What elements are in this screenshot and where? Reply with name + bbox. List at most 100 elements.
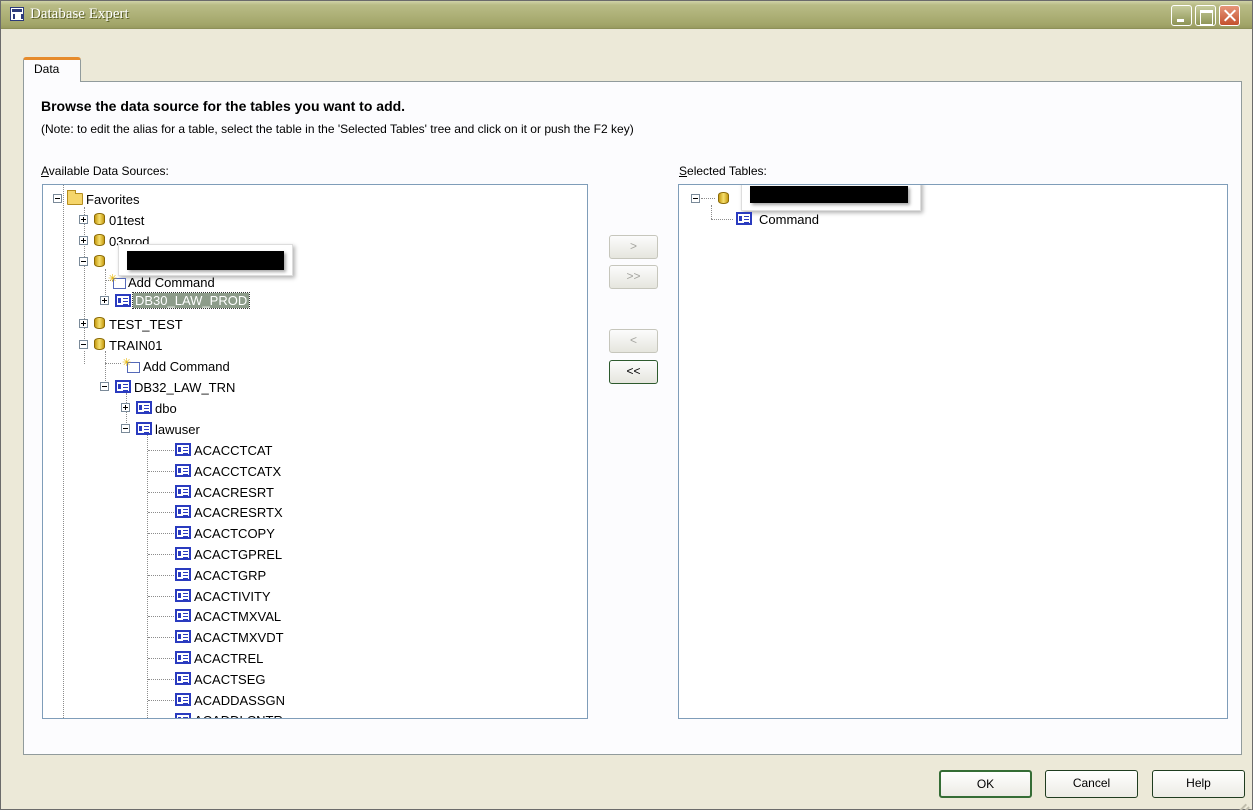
tree-line	[105, 269, 106, 299]
tree-line	[105, 363, 121, 364]
tree-line	[105, 351, 106, 385]
tree-line	[148, 658, 174, 659]
collapse-icon[interactable]	[53, 194, 62, 203]
add-all-tables-button[interactable]: >>	[609, 265, 658, 289]
table-icon	[175, 526, 191, 539]
table-icon	[115, 294, 131, 307]
database-icon	[94, 213, 105, 225]
title-bar[interactable]: Database Expert	[1, 1, 1252, 29]
tree-line	[148, 596, 174, 597]
redaction-popup	[118, 244, 293, 276]
tree-line	[148, 616, 174, 617]
table-icon	[175, 713, 191, 718]
database-icon	[94, 234, 105, 246]
table-icon	[175, 651, 191, 664]
table-name: ACACTIVITY	[194, 589, 271, 604]
table-icon	[175, 672, 191, 685]
redacted-name	[127, 251, 284, 270]
table-name: ACACRESRTX	[194, 505, 283, 520]
expand-icon[interactable]	[121, 403, 130, 412]
database-icon	[94, 255, 105, 267]
table-icon	[175, 464, 191, 477]
add-command-icon	[108, 272, 126, 289]
tree-line	[148, 471, 174, 472]
table-icon	[175, 693, 191, 706]
tree-line	[147, 435, 148, 718]
database-icon	[94, 338, 105, 350]
redacted-name	[750, 186, 908, 203]
table-icon	[136, 401, 152, 414]
table-name: ACACCTCATX	[194, 464, 282, 479]
table-name: ACACTMXVAL	[194, 609, 282, 624]
table-icon	[175, 485, 191, 498]
table-name: ACACTGPREL	[194, 547, 283, 562]
remove-table-button[interactable]: <	[609, 329, 658, 353]
table-icon	[175, 630, 191, 643]
tab-data[interactable]: Data	[23, 57, 81, 82]
table-icon	[115, 380, 131, 393]
app-icon	[10, 7, 24, 21]
tree-line	[148, 450, 174, 451]
table-icon	[136, 422, 152, 435]
collapse-icon[interactable]	[79, 257, 88, 266]
minimize-button[interactable]	[1171, 5, 1192, 26]
expand-icon[interactable]	[79, 215, 88, 224]
collapse-icon[interactable]	[79, 340, 88, 349]
table-name: ACADDASSGN	[194, 693, 286, 708]
tree-line	[63, 185, 64, 718]
add-command-icon	[122, 356, 140, 373]
maximize-button[interactable]	[1195, 5, 1216, 26]
tree-line	[148, 575, 174, 576]
table-icon	[175, 443, 191, 456]
database-expert-window: Database Expert Data Browse the data sou…	[0, 0, 1253, 810]
table-icon	[175, 609, 191, 622]
resize-grip[interactable]	[1233, 791, 1249, 807]
tab-data-label: Data	[34, 62, 60, 76]
tree-line	[148, 679, 174, 680]
table-icon	[175, 547, 191, 560]
table-name: ACADDLCNTR	[194, 713, 283, 718]
tree-line	[148, 700, 174, 701]
collapse-icon[interactable]	[691, 194, 700, 203]
table-icon	[175, 505, 191, 518]
table-name: ACACTREL	[194, 651, 264, 666]
table-name: ACACCTCAT	[194, 443, 273, 458]
table-icon	[175, 568, 191, 581]
table-name: ACACTGRP	[194, 568, 267, 583]
folder-icon	[67, 190, 83, 205]
table-name: ACACTMXVDT	[194, 630, 284, 645]
tree-line	[148, 492, 174, 493]
database-icon	[94, 317, 105, 329]
tree-line	[148, 533, 174, 534]
collapse-icon[interactable]	[100, 382, 109, 391]
table-icon	[736, 212, 752, 225]
table-name: ACACTSEG	[194, 672, 266, 687]
remove-all-tables-button[interactable]: <<	[609, 360, 658, 384]
table-name: ACACRESRT	[194, 485, 274, 500]
tree-line	[148, 554, 174, 555]
help-button[interactable]: Help	[1152, 770, 1245, 798]
expand-icon[interactable]	[100, 296, 109, 305]
selected-tables-tree[interactable]: Command	[678, 184, 1228, 719]
collapse-icon[interactable]	[121, 424, 130, 433]
redaction-popup	[741, 185, 921, 211]
add-table-button[interactable]: >	[609, 235, 658, 259]
tree-line	[148, 637, 174, 638]
expand-icon[interactable]	[79, 236, 88, 245]
alias-note: (Note: to edit the alias for a table, se…	[41, 122, 634, 136]
expand-icon[interactable]	[79, 319, 88, 328]
tree-line	[148, 512, 174, 513]
selected-tables-label: Selected Tables:	[679, 164, 767, 178]
cancel-button[interactable]: Cancel	[1045, 770, 1138, 798]
table-name: ACACTCOPY	[194, 526, 275, 541]
available-data-sources-label: Available Data Sources:	[41, 164, 169, 178]
database-icon	[718, 192, 729, 204]
ok-button[interactable]: OK	[939, 770, 1032, 798]
tree-line	[84, 351, 85, 364]
window-title: Database Expert	[30, 6, 129, 22]
table-icon	[175, 589, 191, 602]
close-button[interactable]	[1219, 5, 1240, 26]
available-data-sources-tree[interactable]: Favorites 01test 03prod Add Command DB30…	[42, 184, 588, 719]
page-heading: Browse the data source for the tables yo…	[41, 98, 406, 114]
tree-line	[711, 219, 733, 220]
